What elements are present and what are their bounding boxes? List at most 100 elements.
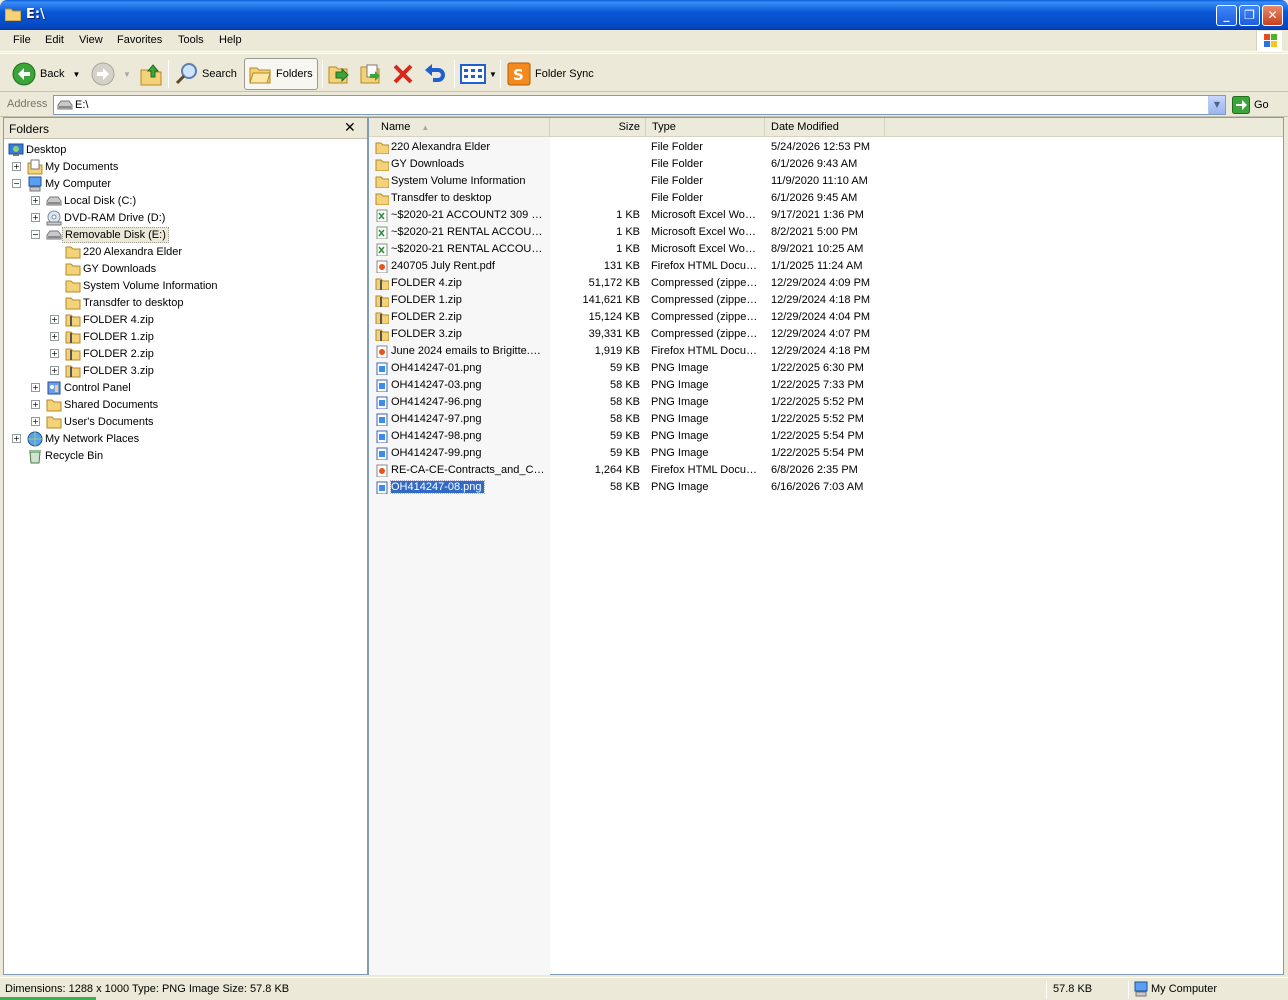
forward-button[interactable]: ▼	[91, 58, 131, 90]
file-row[interactable]: OH414247-98.png 59 KB PNG Image 1/22/2025 5…	[369, 428, 1283, 445]
tree-item-folder-4-zip[interactable]: FOLDER 4.zip	[65, 311, 156, 328]
file-name[interactable]: ~$2020-21 RENTAL ACCOUN…	[391, 226, 545, 238]
file-row[interactable]: OH414247-03.png 58 KB PNG Image 1/22/2025 7…	[369, 377, 1283, 394]
tree-item-folder-3-zip[interactable]: FOLDER 3.zip	[65, 362, 156, 379]
expand-toggle-icon[interactable]: +	[50, 349, 59, 358]
close-button[interactable]: ✕	[1262, 5, 1283, 26]
expand-toggle-icon[interactable]: +	[31, 383, 40, 392]
tree-item-folder-2-zip[interactable]: FOLDER 2.zip	[65, 345, 156, 362]
file-name[interactable]: ~$2020-21 ACCOUNT2 309 …	[391, 209, 545, 221]
copy-to-button[interactable]	[359, 58, 383, 90]
expand-toggle-icon[interactable]: +	[31, 417, 40, 426]
tree-item-transdfer-to-desktop[interactable]: Transdfer to desktop	[65, 294, 185, 311]
menu-file[interactable]: File	[13, 34, 31, 46]
file-row[interactable]: OH414247-01.png 59 KB PNG Image 1/22/2025 6…	[369, 360, 1283, 377]
file-row[interactable]: OH414247-97.png 58 KB PNG Image 1/22/2025 5…	[369, 411, 1283, 428]
tree-item-local-disk-c[interactable]: Local Disk (C:)	[46, 192, 138, 209]
menu-view[interactable]: View	[79, 34, 103, 46]
column-header-name[interactable]: Name ▲	[369, 118, 550, 137]
file-name[interactable]: FOLDER 2.zip	[391, 311, 545, 323]
back-button[interactable]: Back ▼	[12, 58, 80, 90]
file-name[interactable]: OH414247-96.png	[391, 396, 545, 408]
menu-favorites[interactable]: Favorites	[117, 34, 162, 46]
menu-tools[interactable]: Tools	[178, 34, 204, 46]
file-row[interactable]: OH414247-08.png 58 KB PNG Image 6/16/2026 7…	[369, 479, 1283, 496]
file-name[interactable]: June 2024 emails to Brigitte.pdf	[391, 345, 545, 357]
tree-item-control-panel[interactable]: Control Panel	[46, 379, 133, 396]
file-name[interactable]: System Volume Information	[391, 175, 545, 187]
address-dropdown-icon[interactable]: ▼	[1208, 96, 1225, 114]
expand-toggle-icon[interactable]: +	[50, 315, 59, 324]
file-row[interactable]: GY Downloads File Folder 6/1/2026 9:43 AM	[369, 156, 1283, 173]
file-row[interactable]: RE-CA-CE-Contracts_and_Co… 1,264 KB Firefo…	[369, 462, 1283, 479]
file-row[interactable]: OH414247-96.png 58 KB PNG Image 1/22/2025 5…	[369, 394, 1283, 411]
expand-toggle-icon[interactable]: +	[12, 434, 21, 443]
tree-item-desktop[interactable]: Desktop	[8, 141, 68, 158]
file-name[interactable]: Transdfer to desktop	[391, 192, 545, 204]
menu-help[interactable]: Help	[219, 34, 242, 46]
tree-item-my-computer[interactable]: My Computer	[27, 175, 113, 192]
file-row[interactable]: ~$2020-21 ACCOUNT2 309 … 1 KB Microsoft Ex…	[369, 207, 1283, 224]
tree-item-my-documents[interactable]: My Documents	[27, 158, 120, 175]
file-row[interactable]: ~$2020-21 RENTAL ACCOUN… 1 KB Microsoft Ex…	[369, 224, 1283, 241]
menu-edit[interactable]: Edit	[45, 34, 64, 46]
file-row[interactable]: FOLDER 2.zip 15,124 KB Compressed (zippe… 1…	[369, 309, 1283, 326]
tree-item-my-network-places[interactable]: My Network Places	[27, 430, 141, 447]
tree-item-folder-1-zip[interactable]: FOLDER 1.zip	[65, 328, 156, 345]
delete-button[interactable]	[391, 58, 415, 90]
expand-toggle-icon[interactable]: +	[31, 400, 40, 409]
expand-toggle-icon[interactable]: +	[50, 332, 59, 341]
file-row[interactable]: System Volume Information File Folder 11/9…	[369, 173, 1283, 190]
up-folder-button[interactable]	[140, 58, 162, 90]
file-name[interactable]: OH414247-97.png	[391, 413, 545, 425]
back-dropdown-icon[interactable]: ▼	[72, 70, 80, 79]
tree-item-removable-disk-e[interactable]: Removable Disk (E:)	[46, 226, 169, 243]
file-name[interactable]: ~$2020-21 RENTAL ACCOUN…	[391, 243, 545, 255]
expand-toggle-icon[interactable]: +	[31, 196, 40, 205]
folders-button[interactable]: Folders	[244, 58, 318, 90]
file-name[interactable]: OH414247-99.png	[391, 447, 545, 459]
collapse-toggle-icon[interactable]: −	[12, 179, 21, 188]
views-button[interactable]: ▼	[460, 58, 497, 90]
file-name[interactable]: 240705 July Rent.pdf	[391, 260, 545, 272]
file-name[interactable]: FOLDER 1.zip	[391, 294, 545, 306]
folder-sync-button[interactable]: S Folder Sync	[507, 58, 594, 90]
column-header-size[interactable]: Size	[550, 118, 646, 137]
file-name[interactable]: FOLDER 4.zip	[391, 277, 545, 289]
forward-dropdown-icon[interactable]: ▼	[123, 70, 131, 79]
file-name[interactable]: GY Downloads	[391, 158, 545, 170]
file-row[interactable]: OH414247-99.png 59 KB PNG Image 1/22/2025 5…	[369, 445, 1283, 462]
column-header-type[interactable]: Type	[646, 118, 765, 137]
tree-item-dvd-ram-drive-d[interactable]: DVD-RAM Drive (D:)	[46, 209, 167, 226]
file-name[interactable]: 220 Alexandra Elder	[391, 141, 545, 153]
file-name[interactable]: RE-CA-CE-Contracts_and_Co…	[391, 464, 545, 476]
file-row[interactable]: FOLDER 3.zip 39,331 KB Compressed (zippe… 1…	[369, 326, 1283, 343]
file-name[interactable]: OH414247-03.png	[391, 379, 545, 391]
expand-toggle-icon[interactable]: +	[31, 213, 40, 222]
file-row[interactable]: June 2024 emails to Brigitte.pdf 1,919 KB…	[369, 343, 1283, 360]
address-input[interactable]: E:\ ▼	[53, 95, 1226, 115]
file-name[interactable]: FOLDER 3.zip	[391, 328, 545, 340]
file-row[interactable]: FOLDER 1.zip 141,621 KB Compressed (zippe……	[369, 292, 1283, 309]
undo-button[interactable]	[423, 58, 447, 90]
close-pane-icon[interactable]: ✕	[344, 119, 356, 136]
file-row[interactable]: ~$2020-21 RENTAL ACCOUN… 1 KB Microsoft Ex…	[369, 241, 1283, 258]
file-row[interactable]: FOLDER 4.zip 51,172 KB Compressed (zippe… 1…	[369, 275, 1283, 292]
tree-item-gy-downloads[interactable]: GY Downloads	[65, 260, 158, 277]
collapse-toggle-icon[interactable]: −	[31, 230, 40, 239]
expand-toggle-icon[interactable]: +	[12, 162, 21, 171]
move-to-button[interactable]	[327, 58, 351, 90]
file-name[interactable]: OH414247-08.png	[390, 480, 485, 494]
file-name[interactable]: OH414247-01.png	[391, 362, 545, 374]
tree-item-shared-documents[interactable]: Shared Documents	[46, 396, 160, 413]
search-button[interactable]: Search	[175, 58, 237, 90]
column-header-date-modified[interactable]: Date Modified	[765, 118, 885, 137]
expand-toggle-icon[interactable]: +	[50, 366, 59, 375]
file-row[interactable]: 240705 July Rent.pdf 131 KB Firefox HTML D…	[369, 258, 1283, 275]
restore-button[interactable]: ❐	[1239, 5, 1260, 26]
minimize-button[interactable]: _	[1216, 5, 1237, 26]
file-name[interactable]: OH414247-98.png	[391, 430, 545, 442]
file-row[interactable]: Transdfer to desktop File Folder 6/1/2026 …	[369, 190, 1283, 207]
go-button[interactable]: Go	[1232, 96, 1269, 114]
tree-item-users-documents[interactable]: User's Documents	[46, 413, 156, 430]
